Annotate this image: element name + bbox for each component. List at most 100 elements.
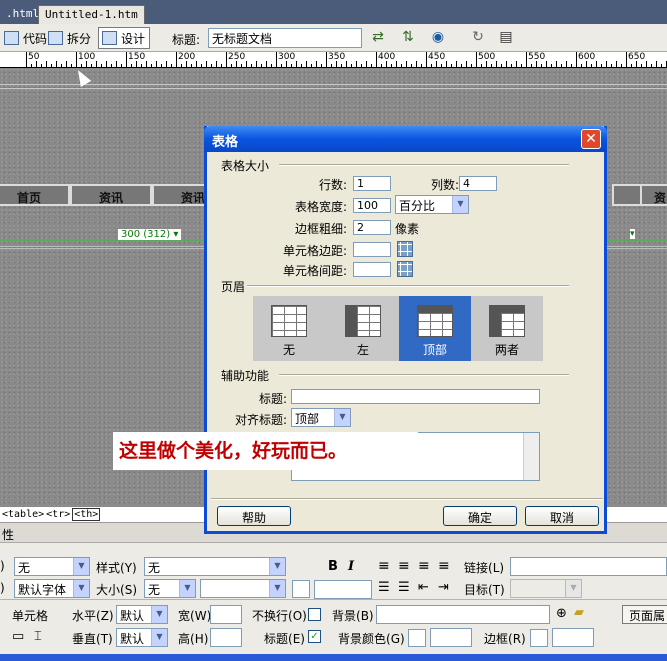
refresh-icon[interactable]: ↻ — [468, 29, 488, 47]
cell-label: 单元格 — [12, 609, 49, 623]
nav-item[interactable]: 资讯 — [70, 184, 152, 206]
header-option-top[interactable]: 顶部 — [399, 296, 471, 361]
ruler-tick — [411, 64, 412, 67]
table-width-label[interactable]: 300 (312) ▾ — [118, 229, 182, 240]
scrollbar[interactable] — [523, 433, 539, 480]
ruler-tick — [296, 61, 297, 67]
ok-button[interactable]: 确定 — [443, 506, 517, 526]
align-right-icon[interactable]: ≡ — [418, 558, 430, 574]
cancel-button[interactable]: 取消 — [525, 506, 599, 526]
caption-input[interactable] — [291, 389, 540, 404]
ruler-tick — [46, 61, 47, 67]
preview-globe-icon[interactable]: ◉ — [428, 29, 448, 47]
close-icon[interactable]: ✕ — [581, 129, 601, 149]
link-input[interactable] — [510, 557, 667, 576]
tag-th[interactable]: <th> — [72, 508, 101, 521]
header-option-both[interactable]: 两者 — [471, 296, 543, 361]
text-color-input[interactable] — [314, 580, 372, 599]
outdent-icon[interactable]: ⇤ — [418, 580, 429, 595]
ruler-tick — [536, 61, 537, 67]
width-unit-select[interactable]: 百分比 ▼ — [395, 195, 469, 214]
align-left-icon[interactable]: ≡ — [378, 558, 390, 574]
border-width-input[interactable]: 2 — [353, 220, 391, 235]
text-color-swatch[interactable] — [292, 580, 310, 598]
align-caption-value: 顶部 — [295, 412, 320, 426]
view-options-icon[interactable]: ▤ — [496, 29, 516, 47]
background-input[interactable] — [376, 605, 550, 624]
section-divider — [247, 285, 569, 287]
header-checkbox[interactable]: ✓ — [308, 630, 321, 643]
cell-padding-label: 单元格边距: — [282, 244, 347, 258]
align-center-icon[interactable]: ≡ — [398, 558, 410, 574]
file-transfer-icon[interactable]: ⇅ — [398, 29, 418, 47]
split-cell-icon[interactable]: ⌶ — [34, 629, 42, 644]
horz-value: 默认 — [120, 609, 145, 623]
border-color-swatch[interactable] — [530, 629, 548, 647]
ruler-tick — [346, 61, 347, 67]
chevron-down-icon: ▼ — [269, 580, 285, 597]
ruler-tick — [391, 64, 392, 67]
ruler-tick — [611, 64, 612, 67]
table-width-input[interactable]: 100 — [353, 198, 391, 213]
tag-tr[interactable]: <tr> — [46, 509, 70, 520]
vert-label: 垂直 — [72, 632, 97, 646]
unordered-list-icon[interactable]: ☰ — [378, 580, 390, 595]
title-input[interactable]: 无标题文档 — [208, 28, 362, 48]
page-properties-button[interactable]: 页面属 — [622, 605, 667, 624]
size-select[interactable]: 无 ▼ — [144, 579, 196, 598]
merge-cells-icon[interactable]: ▭ — [12, 629, 24, 644]
horz-align-select[interactable]: 默认 ▼ — [116, 605, 168, 624]
bgcolor-swatch[interactable] — [408, 629, 426, 647]
folder-icon[interactable]: ▰ — [574, 605, 584, 620]
border-color-input[interactable] — [552, 628, 594, 647]
align-justify-icon[interactable]: ≡ — [438, 558, 450, 574]
italic-button[interactable]: I — [348, 559, 354, 574]
cell-padding-input[interactable] — [353, 242, 391, 257]
header-option-left[interactable]: 左 — [327, 296, 399, 361]
column-menu-icon[interactable]: ▾ — [630, 229, 635, 239]
ruler-tick — [496, 61, 497, 67]
tag-table[interactable]: <table> — [2, 509, 44, 520]
font-value: 默认字体 — [18, 583, 67, 597]
point-to-file-icon[interactable]: ⊕ — [556, 606, 567, 621]
nav-item[interactable]: 资 — [640, 184, 667, 206]
format-select[interactable]: 无 ▼ — [14, 557, 90, 576]
ordered-list-icon[interactable]: ☰ — [398, 580, 410, 595]
indent-icon[interactable]: ⇥ — [438, 580, 449, 595]
nav-item[interactable]: 首页 — [0, 184, 70, 206]
vert-value: 默认 — [120, 632, 145, 646]
header-option-none[interactable]: 无 — [253, 296, 325, 361]
rows-input[interactable]: 1 — [353, 176, 391, 191]
validate-icon[interactable]: ⇄ — [368, 29, 388, 47]
vert-align-select[interactable]: 默认 ▼ — [116, 628, 168, 647]
help-button[interactable]: 帮助 — [217, 506, 291, 526]
section-header: 页眉 — [221, 280, 246, 294]
ruler-tick — [366, 61, 367, 67]
style-select[interactable]: 无 ▼ — [144, 557, 286, 576]
font-select[interactable]: 默认字体 ▼ — [14, 579, 90, 598]
ruler-tick — [421, 64, 422, 67]
chevron-down-icon: ▼ — [452, 196, 468, 213]
nowrap-checkbox[interactable] — [308, 608, 321, 621]
ruler-tick — [596, 61, 597, 67]
properties-panel: 性 ) 无 ▼ 样式(Y) 无 ▼ B I ≡ ≡ ≡ ≡ 链接(L) ) 默认字体… — [0, 522, 667, 654]
design-view-button[interactable]: 设计 — [98, 27, 151, 49]
caption-label: 标题: — [258, 392, 287, 406]
width-unit-value: 百分比 — [399, 199, 436, 213]
split-view-button[interactable]: 拆分 — [44, 27, 96, 49]
cols-input[interactable]: 4 — [459, 176, 497, 191]
target-select[interactable]: ▼ — [510, 579, 582, 598]
bgcolor-input[interactable] — [430, 628, 472, 647]
chevron-down-icon: ▼ — [565, 580, 581, 597]
cell-height-input[interactable] — [210, 628, 242, 647]
ruler-tick — [621, 64, 622, 67]
cell-spacing-input[interactable] — [353, 262, 391, 277]
ruler-tick — [631, 64, 632, 67]
dialog-titlebar[interactable]: 表格 ✕ — [204, 126, 607, 152]
cell-width-input[interactable] — [210, 605, 242, 624]
size-unit-select[interactable]: ▼ — [200, 579, 286, 598]
align-caption-select[interactable]: 顶部 ▼ — [291, 408, 351, 427]
bold-button[interactable]: B — [328, 559, 338, 574]
tab-untitled[interactable]: Untitled-1.htm — [38, 5, 145, 24]
ruler-tick — [306, 61, 307, 67]
